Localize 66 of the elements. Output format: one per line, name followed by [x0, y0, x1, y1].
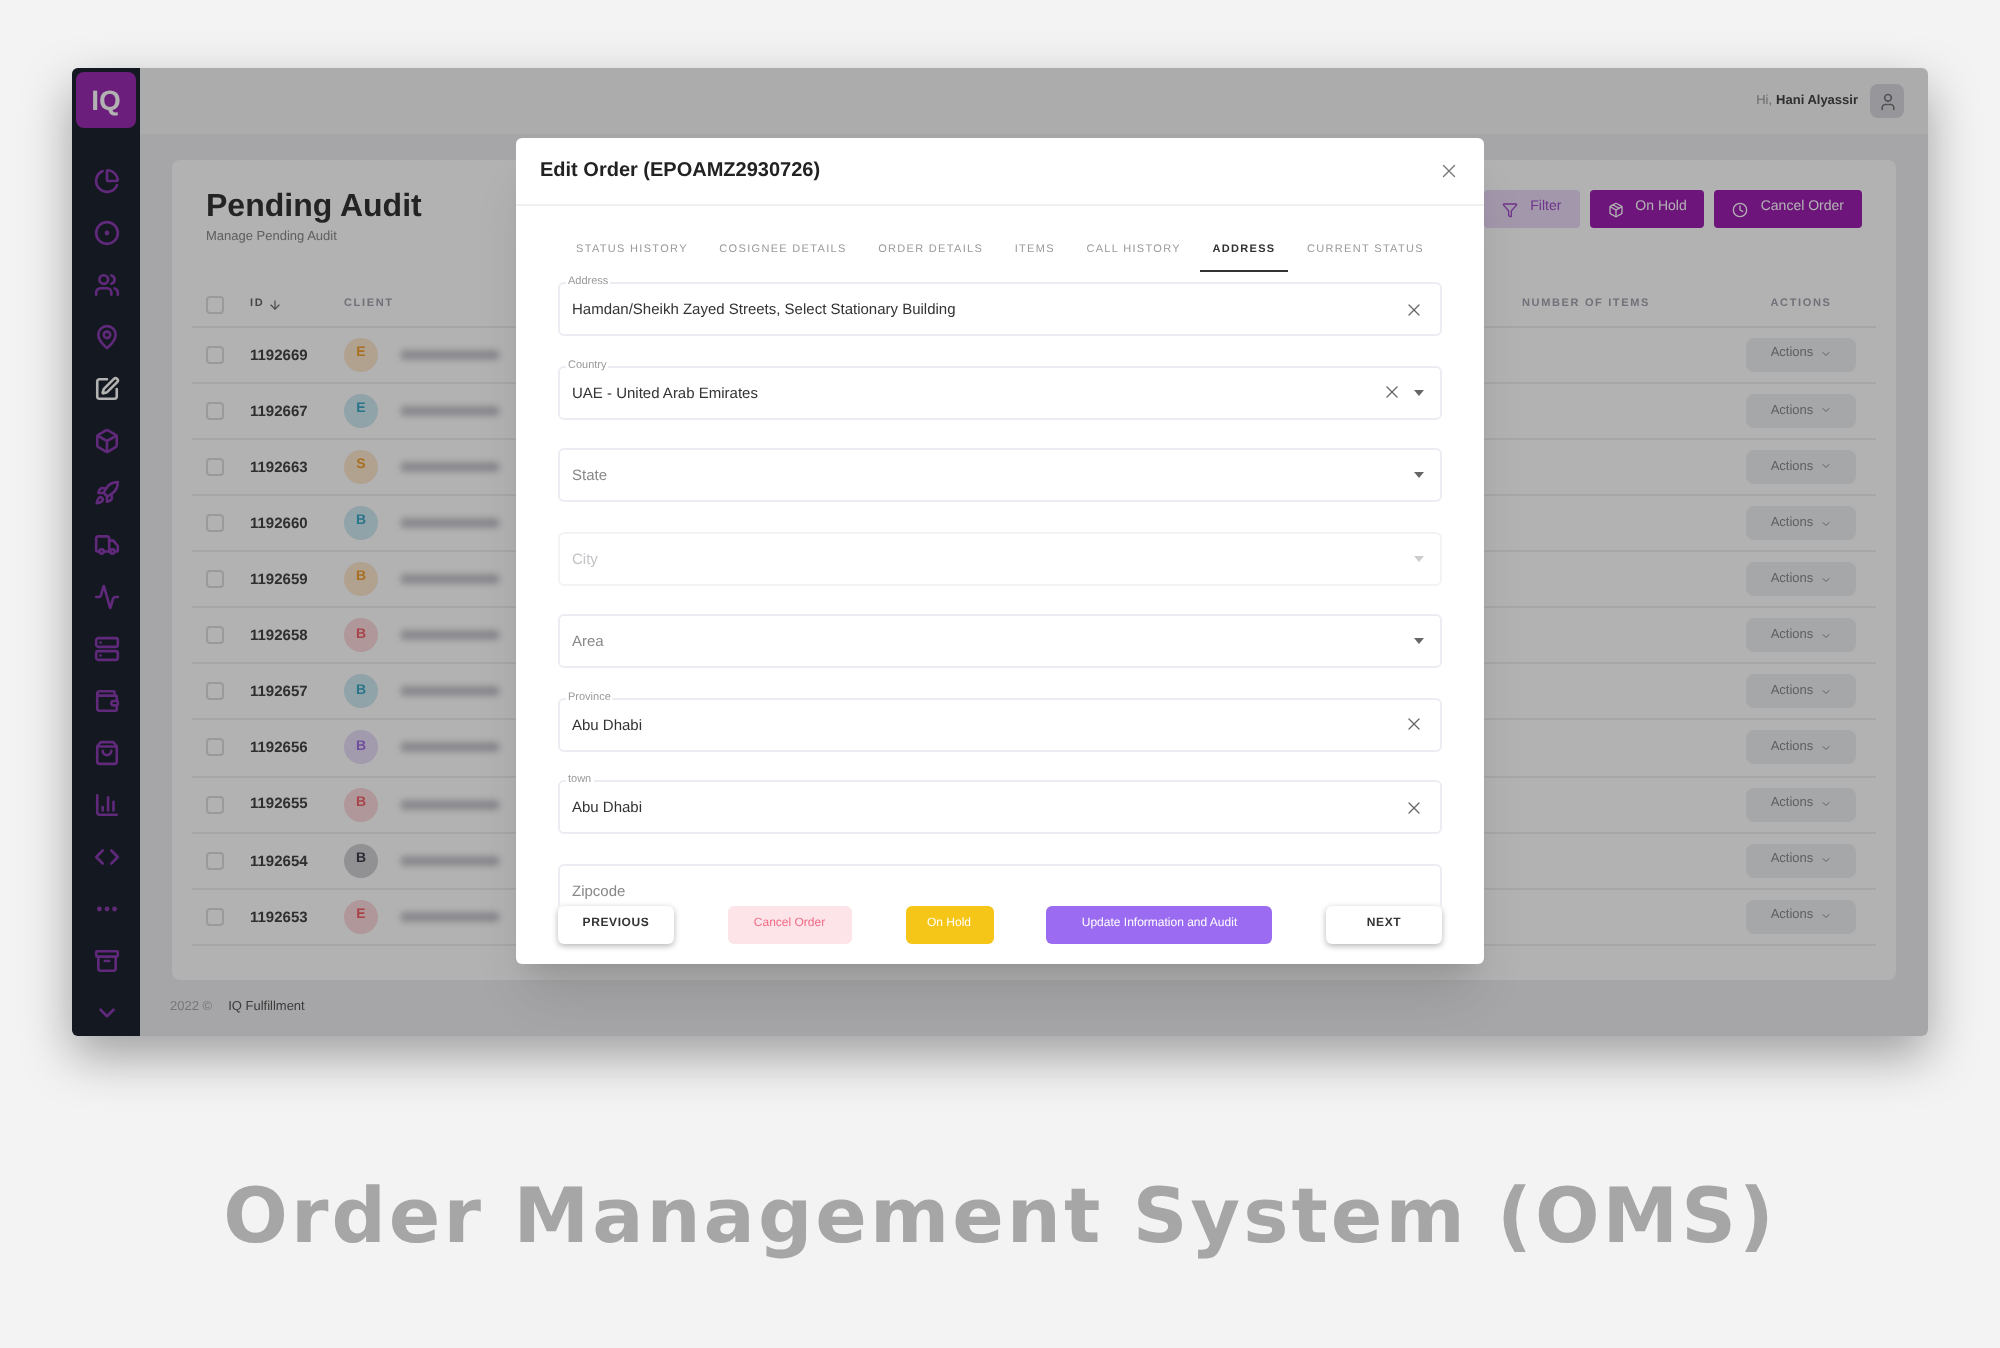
chevron-down-icon: [1819, 573, 1832, 586]
dropdown-caret-icon[interactable]: [1414, 389, 1424, 396]
checkbox[interactable]: [206, 907, 224, 926]
checkbox[interactable]: [206, 570, 224, 589]
checkbox[interactable]: [206, 682, 224, 701]
rocket-icon[interactable]: [93, 480, 119, 506]
users-icon[interactable]: [93, 272, 119, 298]
edit-icon[interactable]: [93, 376, 119, 402]
chevron-down-icon: [1819, 629, 1832, 642]
pulse-icon[interactable]: [93, 584, 119, 610]
redacted-text: [400, 855, 500, 866]
clear-icon[interactable]: [1404, 797, 1424, 818]
bag-icon[interactable]: [93, 740, 119, 766]
chevron-down-icon: [1819, 685, 1832, 698]
redacted-text: [400, 630, 500, 641]
dialog-title: Edit Order (EPOAMZ2930726): [540, 158, 821, 186]
page-title: Pending Audit: [206, 188, 422, 228]
user-avatar[interactable]: [1870, 84, 1904, 118]
chevron-down-icon: [1819, 460, 1832, 473]
chevron-down-icon: [1819, 798, 1832, 811]
redacted-text: [400, 349, 500, 360]
checkbox[interactable]: [206, 514, 224, 533]
redacted-text: [400, 518, 500, 529]
logo[interactable]: IQ: [76, 72, 136, 128]
sort-arrow-icon[interactable]: [268, 297, 283, 312]
redacted-text: [400, 911, 500, 922]
checkbox[interactable]: [206, 851, 224, 870]
wallet-icon[interactable]: [93, 688, 119, 714]
checkbox[interactable]: [206, 401, 224, 420]
redacted-text: [400, 461, 500, 472]
pie-chart-icon[interactable]: [93, 168, 119, 194]
redacted-text: [400, 742, 500, 753]
dropdown-caret-icon[interactable]: [1414, 472, 1424, 479]
truck-icon[interactable]: [93, 532, 119, 558]
server-icon[interactable]: [93, 636, 119, 662]
chevron-down-icon: [1819, 348, 1832, 361]
clear-icon[interactable]: [1404, 299, 1424, 320]
chevron-down-icon: [1819, 517, 1832, 530]
redacted-text: [400, 799, 500, 810]
redacted-text: [400, 405, 500, 416]
close-icon[interactable]: [1438, 160, 1460, 182]
checkbox[interactable]: [206, 457, 224, 476]
checkbox[interactable]: [206, 626, 224, 645]
clock-icon: [1732, 201, 1749, 217]
chevron-down-icon: [1819, 741, 1832, 754]
archive-icon[interactable]: [93, 948, 119, 974]
package-icon: [1607, 201, 1624, 217]
checkbox[interactable]: [206, 738, 224, 757]
redacted-text: [400, 686, 500, 697]
bar-chart-icon[interactable]: [93, 792, 119, 818]
checkbox[interactable]: [206, 795, 224, 814]
caption: Order Management System (OMS): [223, 1170, 1777, 1264]
chevron-down-icon: [1819, 854, 1832, 867]
redacted-text: [400, 574, 500, 585]
filter-icon: [1502, 201, 1519, 217]
chevron-down-icon: [1819, 404, 1832, 417]
dropdown-caret-icon[interactable]: [1414, 638, 1424, 645]
checkbox[interactable]: [206, 295, 224, 314]
code-icon[interactable]: [93, 844, 119, 870]
chevron-down-icon: [1819, 910, 1832, 923]
clear-icon[interactable]: [1404, 714, 1424, 735]
box-icon[interactable]: [93, 428, 119, 454]
clear-icon[interactable]: [1382, 382, 1402, 403]
checkbox[interactable]: [206, 345, 224, 364]
ring-icon[interactable]: [93, 220, 119, 246]
map-pin-icon[interactable]: [93, 324, 119, 350]
